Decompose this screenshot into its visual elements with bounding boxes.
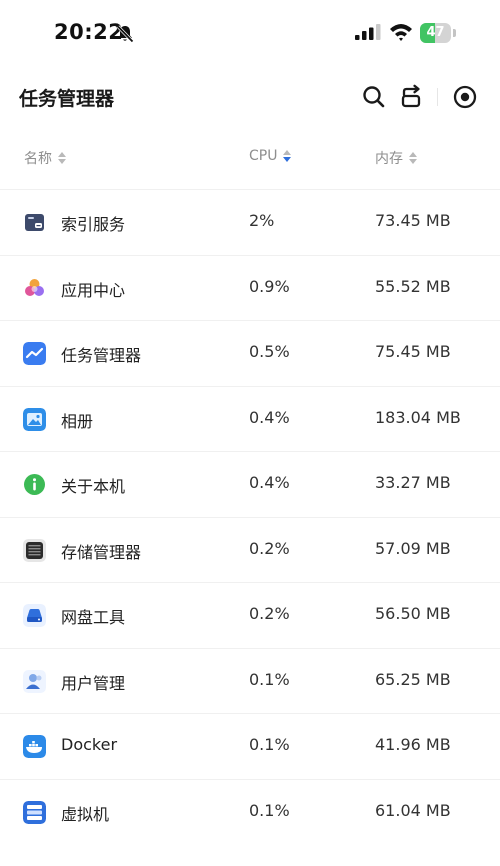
status-bar: 20:22 47 bbox=[0, 0, 500, 68]
app-header: 任务管理器 bbox=[0, 68, 500, 126]
index-service-icon bbox=[25, 214, 44, 231]
process-name: 虚拟机 bbox=[61, 804, 110, 824]
process-memory: 75.45 MB bbox=[375, 342, 451, 361]
storage-manager-icon bbox=[23, 538, 46, 562]
process-list: 索引服务 2% 73.45 MB 应用中心 0.9% 55.52 MB 任务管理… bbox=[0, 189, 500, 844]
process-cpu: 0.4% bbox=[249, 473, 290, 492]
process-name: Docker bbox=[61, 735, 118, 754]
process-row[interactable]: 网盘工具 0.2% 56.50 MB bbox=[0, 582, 500, 648]
task-manager-icon bbox=[23, 342, 46, 365]
cloud-drive-icon bbox=[23, 604, 46, 627]
process-row[interactable]: 任务管理器 0.5% 75.45 MB bbox=[0, 320, 500, 386]
process-name: 任务管理器 bbox=[61, 346, 142, 365]
column-name-label: 名称 bbox=[24, 151, 52, 167]
process-name: 关于本机 bbox=[61, 477, 126, 496]
process-cpu: 0.1% bbox=[249, 800, 290, 820]
column-name-header[interactable]: 名称 bbox=[24, 148, 66, 168]
process-memory: 41.96 MB bbox=[375, 735, 451, 754]
process-cpu: 2% bbox=[249, 211, 275, 230]
sort-icon bbox=[409, 152, 417, 164]
column-memory-header[interactable]: 内存 bbox=[375, 148, 417, 168]
app-center-icon bbox=[25, 278, 44, 296]
process-row[interactable]: 索引服务 2% 73.45 MB bbox=[0, 189, 500, 255]
info-icon bbox=[24, 474, 45, 495]
cellular-signal-icon bbox=[355, 24, 381, 40]
process-cpu: 0.9% bbox=[249, 276, 290, 296]
process-row[interactable]: 用户管理 0.1% 65.25 MB bbox=[0, 647, 500, 714]
process-memory: 61.04 MB bbox=[375, 800, 451, 820]
header-divider bbox=[437, 88, 438, 106]
page-title: 任务管理器 bbox=[19, 88, 115, 110]
process-memory: 33.27 MB bbox=[375, 473, 451, 492]
process-cpu: 0.2% bbox=[249, 538, 290, 558]
process-memory: 183.04 MB bbox=[375, 407, 461, 427]
process-memory: 73.45 MB bbox=[375, 211, 451, 230]
process-name: 索引服务 bbox=[61, 215, 126, 234]
wifi-icon bbox=[390, 24, 412, 41]
photos-icon bbox=[23, 407, 46, 431]
docker-icon bbox=[23, 735, 46, 758]
process-memory: 55.52 MB bbox=[375, 276, 451, 296]
process-cpu: 0.2% bbox=[249, 604, 290, 623]
process-name: 网盘工具 bbox=[61, 608, 126, 627]
process-row[interactable]: 应用中心 0.9% 55.52 MB bbox=[0, 254, 500, 321]
battery-indicator: 47 bbox=[420, 23, 456, 43]
process-name: 用户管理 bbox=[61, 673, 126, 693]
target-icon[interactable] bbox=[452, 84, 478, 110]
process-row[interactable]: 存储管理器 0.2% 57.09 MB bbox=[0, 516, 500, 583]
process-cpu: 0.1% bbox=[249, 735, 290, 754]
process-memory: 56.50 MB bbox=[375, 604, 451, 623]
process-cpu: 0.1% bbox=[249, 669, 290, 689]
process-name: 应用中心 bbox=[61, 280, 126, 300]
column-header-row: 名称 CPU 内存 bbox=[0, 140, 500, 176]
process-name: 相册 bbox=[61, 411, 94, 431]
column-cpu-header[interactable]: CPU bbox=[249, 148, 292, 164]
user-management-icon bbox=[23, 669, 46, 693]
bell-muted-icon bbox=[116, 25, 134, 43]
process-cpu: 0.4% bbox=[249, 407, 290, 427]
process-name: 存储管理器 bbox=[61, 542, 142, 562]
process-row[interactable]: 关于本机 0.4% 33.27 MB bbox=[0, 451, 500, 517]
process-row[interactable]: Docker 0.1% 41.96 MB bbox=[0, 713, 500, 779]
status-time: 20:22 bbox=[54, 20, 124, 44]
search-icon[interactable] bbox=[361, 84, 387, 110]
refresh-icon[interactable] bbox=[398, 84, 424, 110]
process-row[interactable]: 相册 0.4% 183.04 MB bbox=[0, 385, 500, 452]
column-memory-label: 内存 bbox=[375, 151, 403, 167]
column-cpu-label: CPU bbox=[249, 148, 278, 164]
process-memory: 57.09 MB bbox=[375, 538, 451, 558]
battery-percent: 47 bbox=[426, 25, 445, 40]
virtual-machine-icon bbox=[23, 800, 46, 824]
process-row[interactable]: 虚拟机 0.1% 61.04 MB bbox=[0, 778, 500, 845]
sort-icon bbox=[58, 152, 66, 164]
sort-descending-icon bbox=[283, 150, 292, 162]
process-cpu: 0.5% bbox=[249, 342, 290, 361]
process-memory: 65.25 MB bbox=[375, 669, 451, 689]
